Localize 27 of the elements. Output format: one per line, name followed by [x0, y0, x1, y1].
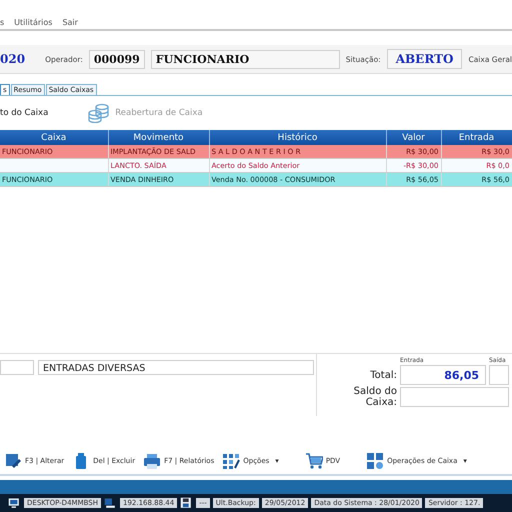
- column-header[interactable]: Movimento: [108, 130, 209, 145]
- cart-icon: [304, 452, 323, 470]
- total-label: Total:: [369, 370, 397, 380]
- saldo-label: Saldo do Caixa:: [352, 386, 397, 408]
- total-saida-field: [489, 365, 509, 385]
- action-link[interactable]: to do Caixa: [0, 108, 48, 118]
- operator-code-field: 000099: [88, 50, 145, 68]
- code-field[interactable]: [0, 360, 34, 375]
- column-header[interactable]: Caixa: [0, 130, 108, 145]
- grid-icon: [366, 452, 384, 470]
- column-header[interactable]: Entrada: [441, 130, 512, 145]
- computer-icon: [8, 496, 21, 510]
- menu-item[interactable]: s: [0, 18, 4, 27]
- column-header[interactable]: Histórico: [209, 130, 386, 145]
- menu-item[interactable]: Utilitários: [14, 18, 52, 27]
- column-header[interactable]: Valor: [386, 130, 441, 145]
- status-field: ABERTO: [386, 49, 462, 69]
- printer-icon: [143, 452, 162, 470]
- options-icon: [222, 452, 240, 470]
- date-text: 020: [0, 52, 26, 66]
- total-entrada-field: 86,05: [400, 365, 486, 385]
- coins-icon: [88, 103, 110, 123]
- menu-item[interactable]: Sair: [62, 18, 78, 27]
- network-icon: [104, 496, 117, 510]
- description-field[interactable]: ENTRADAS DIVERSAS: [38, 360, 314, 375]
- edit-icon: [4, 452, 22, 470]
- operator-name-field: FUNCIONARIO: [150, 50, 340, 68]
